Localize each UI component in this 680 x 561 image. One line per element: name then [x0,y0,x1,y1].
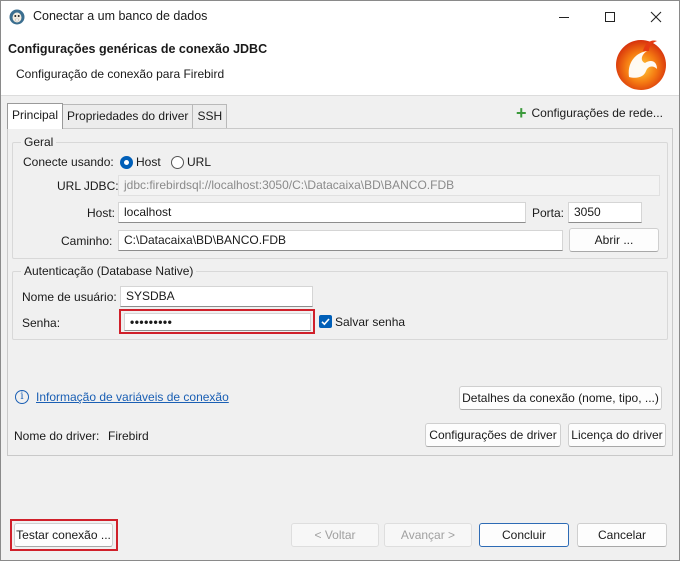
close-icon [650,11,662,22]
plus-icon: + [516,103,527,123]
maximize-icon [605,11,615,22]
page-subtitle: Configuração de conexão para Firebird [16,67,225,81]
jdbc-url-label: URL JDBC: [57,179,119,193]
test-connection-highlight [10,519,118,551]
path-label: Caminho: [61,234,113,248]
host-label: Host: [87,206,116,220]
save-password-checkbox[interactable] [319,315,332,328]
title-bar: Conectar a um banco de dados [1,1,679,32]
driver-license-button[interactable]: Licença do driver [568,423,666,447]
path-field[interactable]: C:\Datacaixa\BD\BANCO.FDB [118,230,563,251]
maximize-button[interactable] [587,1,633,32]
radio-url[interactable] [171,156,184,169]
close-button[interactable] [633,1,679,32]
firebird-logo-icon [616,40,666,90]
checkmark-icon [321,318,330,326]
driver-name-value: Firebird [108,429,149,443]
tab-principal[interactable]: Principal [7,103,64,129]
auth-legend: Autenticação (Database Native) [24,264,194,278]
username-field[interactable]: SYSDBA [120,286,313,307]
general-legend: Geral [24,135,54,149]
back-button[interactable]: < Voltar [291,523,379,547]
driver-config-button[interactable]: Configurações de driver [425,423,561,447]
port-field[interactable]: 3050 [568,202,642,223]
finish-button[interactable]: Concluir [479,523,569,547]
radio-url-label[interactable]: URL [187,155,211,169]
network-config-button[interactable]: + Configurações de rede... [516,103,663,123]
port-label: Porta: [532,206,565,220]
network-config-label: Configurações de rede... [531,106,663,120]
tab-ssh[interactable]: SSH [192,104,228,128]
dbeaver-app-icon [9,9,25,25]
window-title: Conectar a um banco de dados [33,9,208,23]
tab-driver-properties[interactable]: Propriedades do driver [62,104,194,128]
minimize-icon [559,16,569,18]
radio-host[interactable] [120,156,133,169]
tab-bar: Principal Propriedades do driver SSH [7,103,228,129]
connect-using-label: Conecte usando: [23,155,114,169]
open-file-button[interactable]: Abrir ... [569,228,659,252]
host-field[interactable]: localhost [118,202,526,223]
page-title: Configurações genéricas de conexão JDBC [8,42,268,56]
username-label: Nome de usuário: [22,290,117,304]
cancel-button[interactable]: Cancelar [577,523,667,547]
connection-details-button[interactable]: Detalhes da conexão (nome, tipo, ...) [459,386,662,410]
save-password-label[interactable]: Salvar senha [335,315,405,329]
minimize-button[interactable] [541,1,587,32]
password-highlight [119,309,315,334]
info-icon: i [15,390,29,404]
radio-host-label[interactable]: Host [136,155,161,169]
main-panel: Geral Conecte usando: Host URL URL JDBC:… [7,128,673,456]
jdbc-url-field[interactable]: jdbc:firebirdsql://localhost:3050/C:\Dat… [118,175,660,196]
connection-variables-link[interactable]: Informação de variáveis de conexão [36,390,229,404]
password-label: Senha: [22,316,61,330]
driver-name-label: Nome do driver: [14,429,100,443]
wizard-header: Configurações genéricas de conexão JDBC … [1,32,679,96]
next-button[interactable]: Avançar > [384,523,472,547]
dialog-window: Conectar a um banco de dados Configuraçõ… [0,0,680,561]
